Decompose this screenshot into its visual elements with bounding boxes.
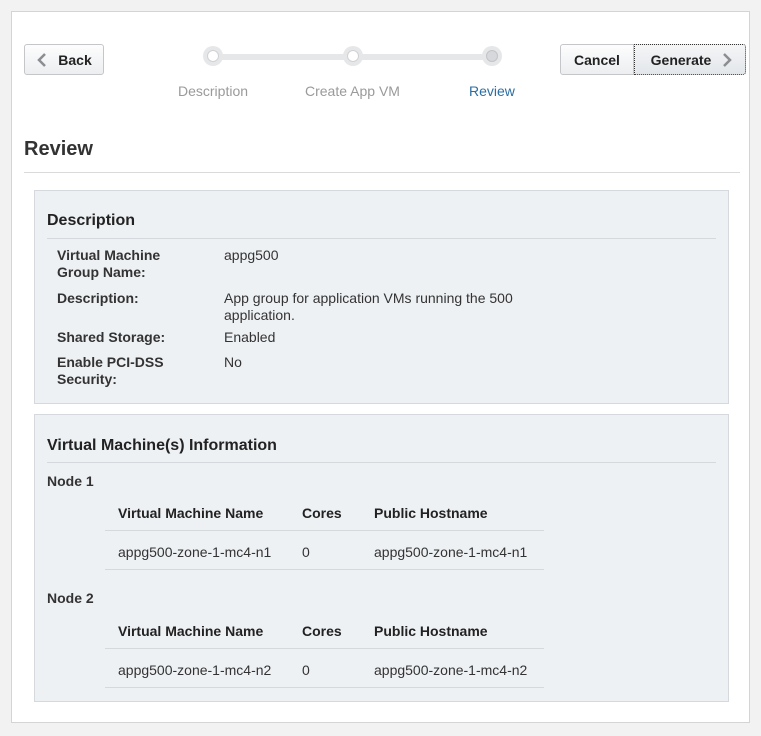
wizard-frame: Back Description Create App VM Review Ca… [11,11,750,723]
vm-info-divider [47,462,716,463]
column-header-vm-name: Virtual Machine Name [118,623,264,639]
field-value-shared-storage: Enabled [224,329,276,345]
generate-label: Generate [650,51,712,68]
train-step-dot[interactable] [343,46,363,66]
field-value-vm-group-name: appg500 [224,247,279,263]
column-header-cores: Cores [302,623,342,639]
back-button[interactable]: Back [24,44,104,75]
cell-public-hostname: appg500-zone-1-mc4-n2 [374,662,528,678]
node-label: Node 1 [47,473,94,489]
field-label-pci-dss: Enable PCI-DSS Security: [57,354,164,387]
description-heading: Description [47,212,136,229]
back-label: Back [58,51,92,68]
table-header-divider [105,530,544,531]
train-step-dot-current [482,46,502,66]
vm-info-panel: Virtual Machine(s) Information Node 1 Vi… [34,414,729,702]
column-header-public-hostname: Public Hostname [374,505,488,521]
vm-info-heading: Virtual Machine(s) Information [47,437,277,454]
cell-vm-name: appg500-zone-1-mc4-n1 [118,544,272,560]
cell-cores: 0 [302,662,310,678]
description-panel: Description Virtual Machine Group Name: … [34,190,729,404]
description-divider [47,238,716,239]
column-header-vm-name: Virtual Machine Name [118,505,264,521]
page-title: Review [24,138,93,160]
cell-vm-name: appg500-zone-1-mc4-n2 [118,662,272,678]
column-header-public-hostname: Public Hostname [374,623,488,639]
field-label-description: Description: [57,290,139,306]
wizard-train: Description Create App VM Review [177,45,517,99]
cell-public-hostname: appg500-zone-1-mc4-n1 [374,544,528,560]
node-1-table: Virtual Machine Name Cores Public Hostna… [105,503,544,573]
train-step-create-app-vm-label[interactable]: Create App VM [305,83,400,99]
node-2-table: Virtual Machine Name Cores Public Hostna… [105,621,544,691]
train-step-description-label[interactable]: Description [178,83,248,99]
train-step-review-label: Review [469,83,515,99]
field-value-pci-dss: No [224,354,242,370]
field-value-description: App group for application VMs running th… [224,290,513,323]
chevron-right-icon [723,52,733,67]
table-row-divider [105,569,544,570]
field-label-shared-storage: Shared Storage: [57,329,166,345]
column-header-cores: Cores [302,505,342,521]
cancel-button[interactable]: Cancel [560,44,634,75]
node-label: Node 2 [47,590,94,606]
field-label-vm-group-name: Virtual Machine Group Name: [57,247,161,280]
cell-cores: 0 [302,544,310,560]
table-row-divider [105,687,544,688]
train-step-dot[interactable] [203,46,223,66]
cancel-label: Cancel [574,51,620,68]
generate-button[interactable]: Generate [634,44,746,75]
table-header-divider [105,648,544,649]
title-divider [24,172,740,173]
chevron-left-icon [37,52,47,67]
